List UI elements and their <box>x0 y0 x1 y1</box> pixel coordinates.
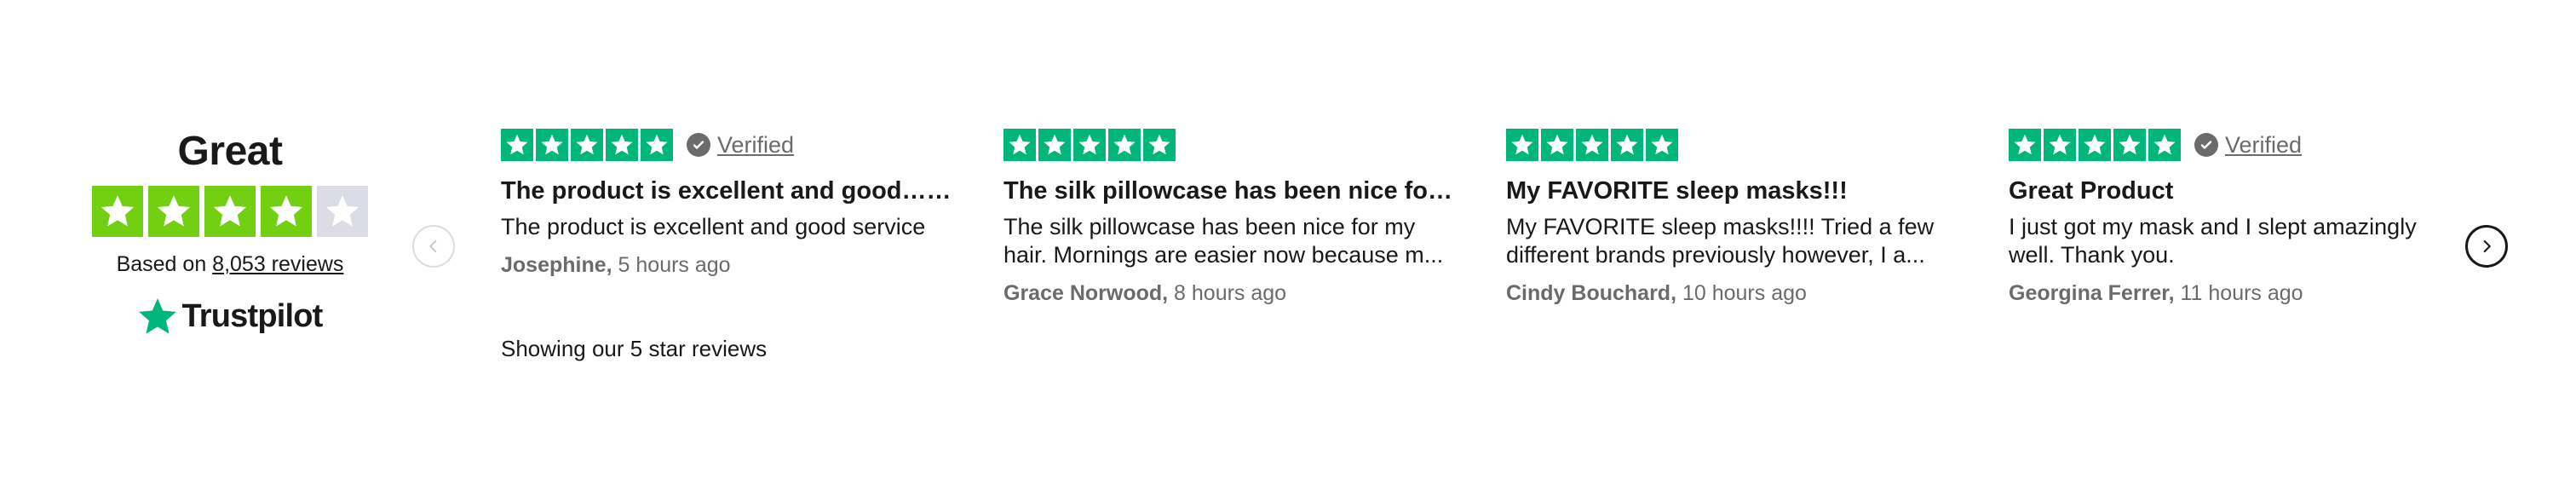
review-title[interactable]: Great Product <box>2009 174 2460 208</box>
trustscore-summary: Great Based on 8,053 reviews Trustpilot <box>85 128 375 337</box>
based-on-text: Based on 8,053 reviews <box>117 252 344 277</box>
review-meta: Georgina Ferrer, 11 hours ago <box>2009 281 2511 306</box>
review-author: Georgina Ferrer, <box>2009 281 2175 305</box>
review-author: Grace Norwood, <box>1003 281 1169 305</box>
review-star-rating <box>1506 129 1678 161</box>
verified-badge[interactable]: Verified <box>687 132 794 159</box>
star-icon <box>1506 129 1538 161</box>
review-star-rating <box>2009 129 2181 161</box>
review-title[interactable]: The silk pillowcase has been nice for… <box>1003 174 1455 208</box>
star-icon <box>1576 129 1608 161</box>
review-title[interactable]: The product is excellent and good…… <box>501 174 952 208</box>
review-time: 8 hours ago <box>1174 281 1287 305</box>
reviews-count-link[interactable]: 8,053 reviews <box>212 252 343 276</box>
star-icon <box>501 129 533 161</box>
review-card[interactable]: The silk pillowcase has been nice for… T… <box>1003 128 1506 306</box>
brand-name: Trustpilot <box>181 297 323 334</box>
verified-label: Verified <box>2225 131 2303 158</box>
review-body: I just got my mask and I slept amazingly… <box>2009 214 2417 268</box>
star-icon <box>606 129 638 161</box>
star-icon <box>1038 129 1071 161</box>
star-icon <box>641 129 673 161</box>
star-icon <box>1541 129 1573 161</box>
review-time: 10 hours ago <box>1682 281 1807 305</box>
review-time: 11 hours ago <box>2180 281 2303 305</box>
star-icon <box>2113 129 2146 161</box>
star-icon <box>1611 129 1643 161</box>
review-time: 5 hours ago <box>618 253 731 277</box>
star-icon <box>536 129 568 161</box>
star-icon <box>204 186 256 237</box>
star-icon <box>148 186 199 237</box>
review-star-rating <box>1003 129 1176 161</box>
check-circle-icon <box>687 133 710 157</box>
review-body: The product is excellent and good servic… <box>501 214 926 239</box>
review-author: Josephine, <box>501 253 612 277</box>
review-author: Cindy Bouchard, <box>1506 281 1677 305</box>
star-icon <box>1003 129 1036 161</box>
carousel-next-button[interactable] <box>2465 225 2508 268</box>
review-list: Verified The product is excellent and go… <box>501 128 2511 306</box>
star-icon <box>261 186 312 237</box>
review-star-rating <box>501 129 673 161</box>
star-icon <box>2044 129 2076 161</box>
showing-filter-text: Showing our 5 star reviews <box>501 336 768 361</box>
star-icon <box>92 186 143 237</box>
star-icon <box>2148 129 2181 161</box>
trustpilot-logo[interactable]: Trustpilot <box>137 296 323 337</box>
trustpilot-star-icon <box>139 298 177 334</box>
based-on-label: Based on <box>116 252 207 276</box>
review-body: My FAVORITE sleep masks!!!! Tried a few … <box>1506 214 1935 268</box>
star-icon <box>1143 129 1176 161</box>
star-icon <box>2079 129 2111 161</box>
verified-badge[interactable]: Verified <box>2194 132 2302 159</box>
review-title[interactable]: My FAVORITE sleep masks!!! <box>1506 174 1958 208</box>
review-meta: Grace Norwood, 8 hours ago <box>1003 281 1506 306</box>
star-icon <box>2009 129 2041 161</box>
review-meta: Cindy Bouchard, 10 hours ago <box>1506 281 2009 306</box>
review-meta: Josephine, 5 hours ago <box>501 253 1003 278</box>
review-card[interactable]: My FAVORITE sleep masks!!! My FAVORITE s… <box>1506 128 2009 306</box>
review-card[interactable]: Verified The product is excellent and go… <box>501 128 1003 306</box>
review-body: The silk pillowcase has been nice for my… <box>1003 214 1444 268</box>
trustpilot-carousel-widget: Great Based on 8,053 reviews Trustpilot <box>0 0 2576 496</box>
star-icon <box>571 129 603 161</box>
review-card[interactable]: Verified Great Product I just got my mas… <box>2009 128 2511 306</box>
star-icon <box>1646 129 1678 161</box>
rating-word: Great <box>177 129 283 174</box>
star-icon <box>317 186 368 237</box>
chevron-left-icon <box>429 240 437 252</box>
summary-star-rating <box>92 186 368 237</box>
chevron-right-icon <box>2483 239 2491 253</box>
carousel-prev-button[interactable] <box>412 225 455 268</box>
verified-label: Verified <box>717 131 795 158</box>
check-circle-icon <box>2194 133 2218 157</box>
star-icon <box>1073 129 1106 161</box>
star-icon <box>1108 129 1141 161</box>
